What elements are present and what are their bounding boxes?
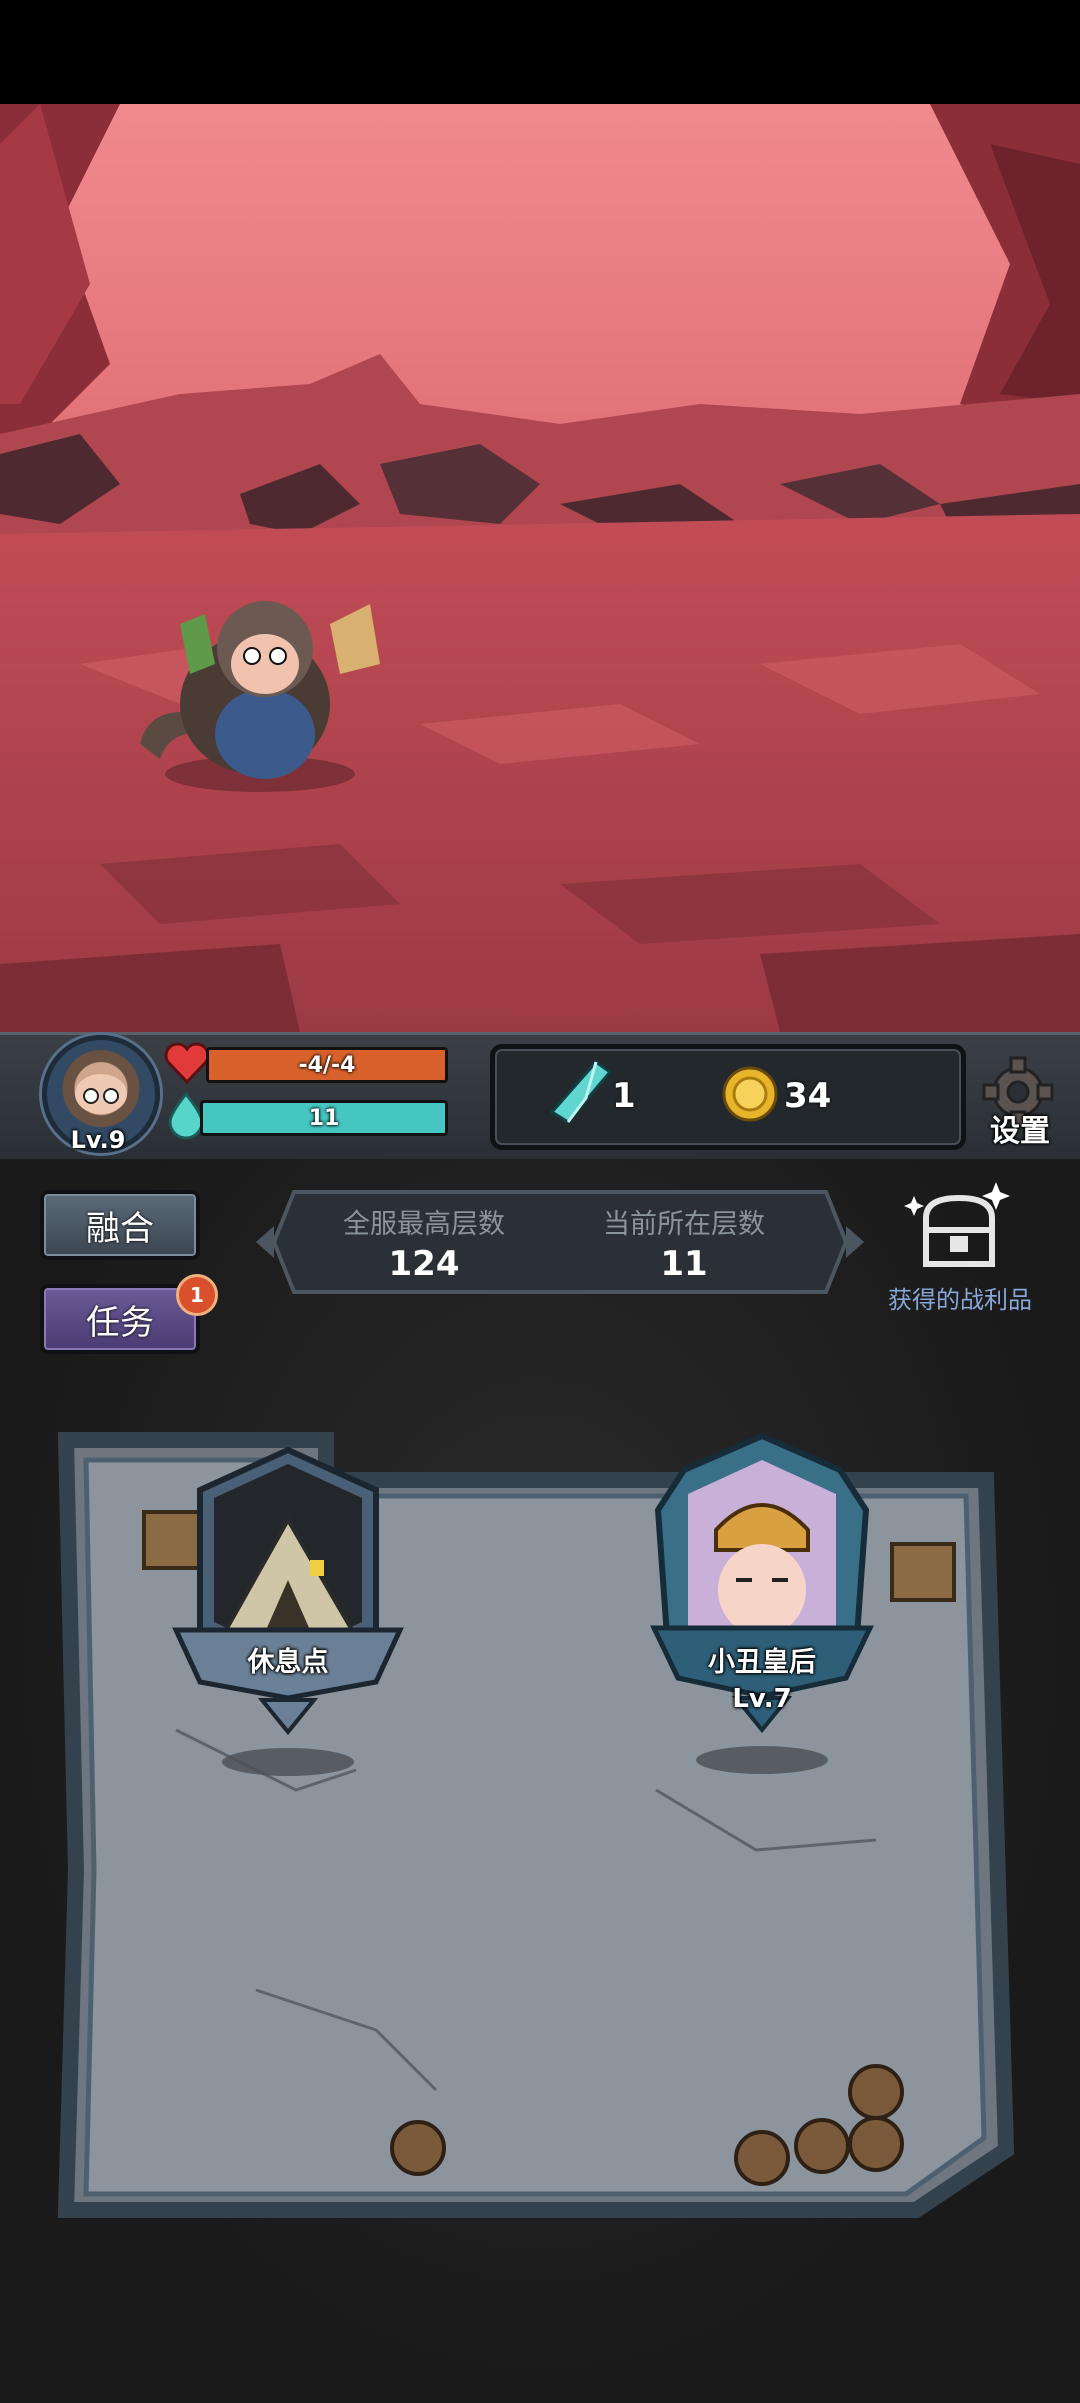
server-best-label: 全服最高层数 — [343, 1209, 505, 1240]
server-best-value: 124 — [388, 1244, 460, 1284]
mana-text: 11 — [308, 1105, 340, 1131]
avatar-eye-right — [103, 1088, 119, 1104]
current-floor-label: 当前所在层数 — [603, 1209, 765, 1240]
hp-bar: -4/-4 — [206, 1047, 448, 1083]
avatar-eye-left — [83, 1088, 99, 1104]
barrel — [794, 2118, 850, 2174]
crystal-count: 1 — [612, 1076, 636, 1116]
settings-label[interactable]: 设置 — [980, 1106, 1060, 1150]
crate — [142, 1510, 204, 1570]
coin-icon — [722, 1066, 778, 1122]
status-bar — [0, 0, 1080, 104]
battle-scene — [0, 104, 1080, 1032]
mana-bar: 11 — [200, 1100, 448, 1136]
current-floor-value: 11 — [660, 1244, 708, 1284]
treasure-chest-icon[interactable] — [904, 1178, 1014, 1274]
barrel — [734, 2130, 790, 2186]
barrel — [390, 2120, 446, 2176]
player-level: Lv.9 — [70, 1126, 126, 1154]
coin-count: 34 — [784, 1076, 832, 1116]
barrel — [848, 2116, 904, 2172]
heart-icon — [164, 1042, 210, 1085]
rest-point-label: 休息点 — [247, 1647, 329, 1678]
clown-queen-level: Lv.7 — [732, 1684, 792, 1714]
avatar-face — [75, 1074, 127, 1114]
clown-queen-label: 小丑皇后 — [708, 1647, 816, 1678]
dungeon-map — [57, 1432, 1015, 2218]
barrel — [848, 2064, 904, 2120]
crystal-icon — [549, 1059, 613, 1124]
merge-button[interactable]: 融合 — [40, 1190, 200, 1260]
quest-badge: 1 — [176, 1274, 218, 1316]
clown-queen-portrait — [714, 1503, 810, 1636]
crate — [890, 1542, 956, 1602]
loot-label[interactable]: 获得的战利品 — [870, 1280, 1050, 1315]
hp-text: -4/-4 — [298, 1052, 356, 1078]
